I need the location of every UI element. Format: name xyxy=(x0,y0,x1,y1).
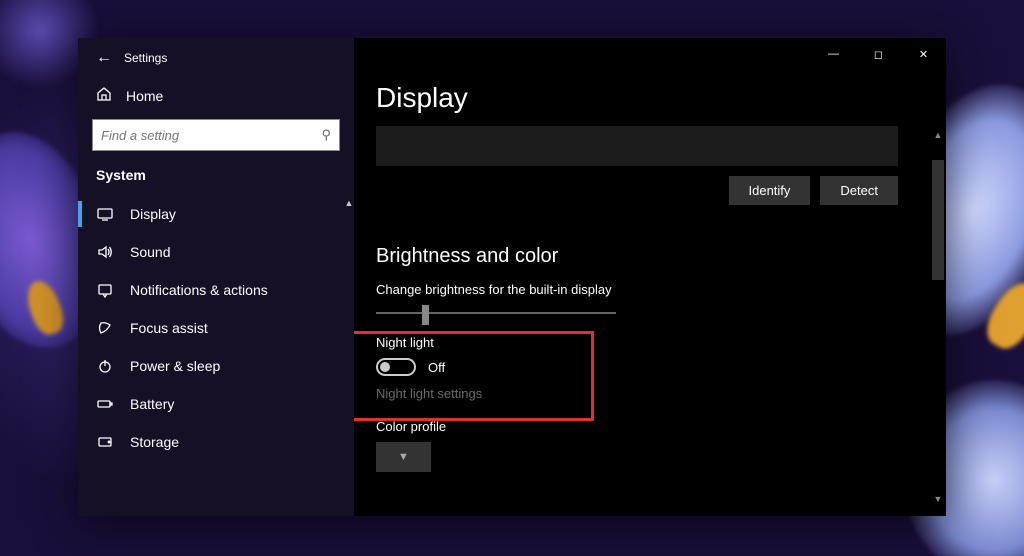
app-name: Settings xyxy=(124,51,167,65)
night-light-toggle[interactable] xyxy=(376,358,416,376)
content-scrollbar[interactable]: ▲ ▼ xyxy=(932,130,944,508)
sidebar-item-battery[interactable]: Battery xyxy=(78,385,354,423)
identify-button[interactable]: Identify xyxy=(729,176,811,205)
night-light-state: Off xyxy=(428,360,445,375)
sidebar-item-label: Notifications & actions xyxy=(130,282,268,298)
home-icon xyxy=(96,86,112,105)
slider-track xyxy=(376,312,616,314)
color-profile-label: Color profile xyxy=(376,419,922,434)
slider-thumb[interactable] xyxy=(422,305,429,325)
sidebar-item-sound[interactable]: Sound xyxy=(78,233,354,271)
sidebar-item-label: Display xyxy=(130,206,176,222)
sidebar-item-label: Sound xyxy=(130,244,170,260)
focus-assist-icon xyxy=(96,320,114,336)
scroll-thumb[interactable] xyxy=(932,160,944,280)
scroll-down-icon[interactable]: ▼ xyxy=(932,494,944,508)
brightness-section-heading: Brightness and color xyxy=(376,245,922,268)
storage-icon xyxy=(96,434,114,450)
toggle-knob xyxy=(380,362,390,372)
sidebar-item-focus-assist[interactable]: Focus assist xyxy=(78,309,354,347)
night-light-label: Night light xyxy=(376,335,922,350)
sidebar-item-display[interactable]: Display xyxy=(78,195,354,233)
sidebar-item-label: Storage xyxy=(130,434,179,450)
search-input[interactable]: ⚲ xyxy=(92,119,340,151)
sidebar-item-storage[interactable]: Storage xyxy=(78,423,354,461)
sidebar-item-label: Focus assist xyxy=(130,320,208,336)
display-arrangement-box[interactable] xyxy=(376,126,898,166)
search-field[interactable] xyxy=(101,128,321,143)
section-label: System xyxy=(78,161,354,195)
notifications-icon xyxy=(96,282,114,298)
content-area: Display Identify Detect Brightness and c… xyxy=(354,38,946,516)
sidebar-nav: ▲ Display Sound Notifications & actions xyxy=(78,195,354,516)
sound-icon xyxy=(96,244,114,260)
search-icon: ⚲ xyxy=(321,127,331,143)
sidebar-item-notifications[interactable]: Notifications & actions xyxy=(78,271,354,309)
brightness-slider[interactable] xyxy=(376,303,616,323)
power-icon xyxy=(96,358,114,374)
sidebar-item-label: Power & sleep xyxy=(130,358,220,374)
sidebar: ← Settings Home ⚲ System ▲ Display xyxy=(78,38,354,516)
home-button[interactable]: Home xyxy=(78,78,354,111)
page-title: Display xyxy=(376,82,922,114)
main-panel: ― ◻ ✕ Display Identify Detect Brightness… xyxy=(354,38,946,516)
color-profile-dropdown[interactable]: ▼ xyxy=(376,442,431,472)
scroll-up-icon[interactable]: ▲ xyxy=(932,130,944,144)
scroll-track[interactable] xyxy=(932,144,944,494)
display-icon xyxy=(96,206,114,222)
sidebar-item-label: Battery xyxy=(130,396,174,412)
home-label: Home xyxy=(126,88,163,104)
sidebar-item-power-sleep[interactable]: Power & sleep xyxy=(78,347,354,385)
titlebar-left: ← Settings xyxy=(78,38,354,78)
night-light-settings-link[interactable]: Night light settings xyxy=(376,386,922,401)
hd-color-section-heading: Windows HD Color xyxy=(376,514,922,516)
brightness-label: Change brightness for the built-in displ… xyxy=(376,282,922,297)
chevron-down-icon: ▼ xyxy=(398,451,409,463)
battery-icon xyxy=(96,396,114,412)
settings-window: ← Settings Home ⚲ System ▲ Display xyxy=(78,38,946,516)
back-arrow-icon[interactable]: ← xyxy=(96,49,124,67)
detect-button[interactable]: Detect xyxy=(820,176,898,205)
